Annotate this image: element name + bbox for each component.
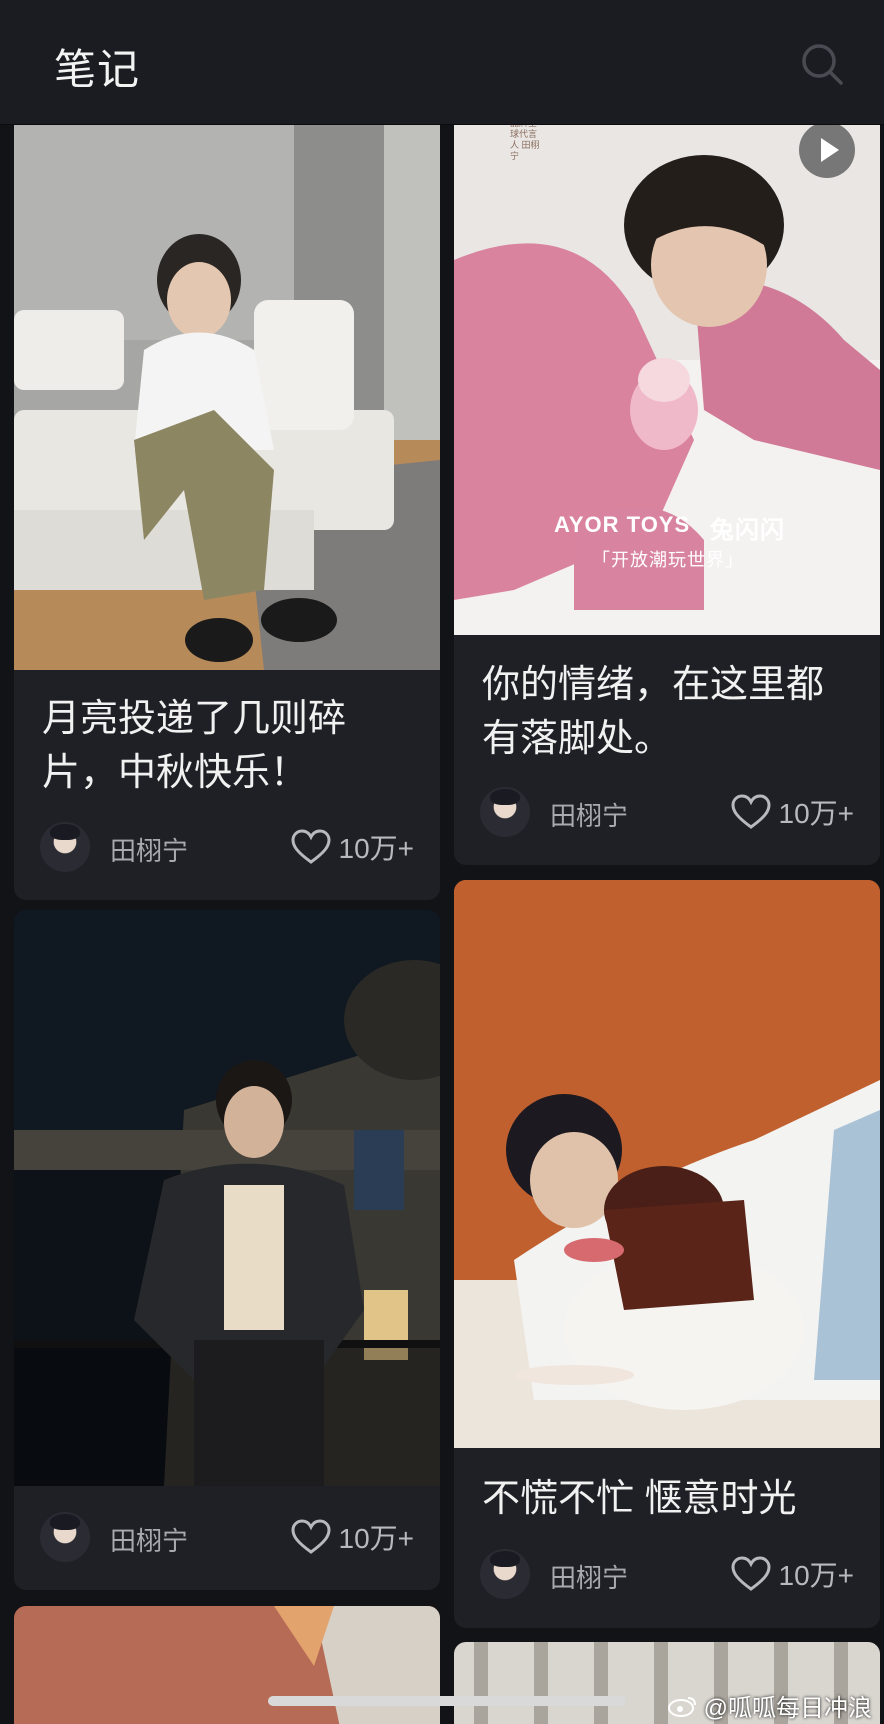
note-cover-image bbox=[14, 1606, 440, 1724]
note-cover-image bbox=[14, 910, 440, 1486]
watermark: @呱呱每日冲浪 bbox=[667, 1688, 872, 1723]
brand-slogan: 「开放潮玩世界」 bbox=[592, 550, 744, 570]
like-button[interactable]: 10万+ bbox=[730, 1556, 855, 1592]
author-avatar[interactable] bbox=[480, 1549, 530, 1599]
note-meta: 田栩宁 10万+ bbox=[40, 820, 414, 874]
author-avatar[interactable] bbox=[40, 822, 90, 872]
note-title: 不慌不忙 惬意时光 bbox=[482, 1478, 797, 1520]
author-avatar[interactable] bbox=[480, 787, 530, 837]
heart-icon bbox=[730, 794, 771, 829]
author-name[interactable]: 田栩宁 bbox=[110, 1521, 188, 1558]
page-title: 笔记 bbox=[54, 46, 141, 93]
note-title: 你的情绪，在这里都有落脚处。 bbox=[482, 664, 825, 760]
weibo-logo-icon bbox=[667, 1696, 696, 1717]
note-card-partial[interactable] bbox=[14, 1606, 440, 1724]
like-count: 10万+ bbox=[778, 798, 855, 829]
heart-icon bbox=[730, 1556, 771, 1591]
brand-logo-text: AYOR TOYS bbox=[554, 512, 691, 537]
note-meta: 田栩宁 10万+ bbox=[480, 785, 854, 839]
author-name[interactable]: 田栩宁 bbox=[550, 796, 628, 833]
note-card[interactable]: 田栩宁 10万+ bbox=[14, 910, 440, 1590]
author-name[interactable]: 田栩宁 bbox=[110, 831, 188, 868]
note-card[interactable]: AYOR TOYS 兔闪闪 「开放潮玩世界」 品牌全球代言人 田栩宁 你的情绪，… bbox=[454, 110, 880, 865]
note-cover-image: AYOR TOYS 兔闪闪 「开放潮玩世界」 品牌全球代言人 田栩宁 bbox=[454, 110, 880, 635]
watermark-text: @呱呱每日冲浪 bbox=[703, 1695, 872, 1722]
note-meta: 田栩宁 10万+ bbox=[40, 1510, 414, 1564]
note-card[interactable]: 月亮投递了几则碎片，中秋快乐！ 田栩宁 10万+ bbox=[14, 110, 440, 900]
author-avatar[interactable] bbox=[40, 1512, 90, 1562]
note-title: 月亮投递了几则碎片，中秋快乐！ bbox=[42, 698, 347, 794]
video-play-icon bbox=[799, 122, 855, 178]
like-button[interactable]: 10万+ bbox=[730, 794, 855, 830]
like-count: 10万+ bbox=[338, 1523, 415, 1554]
heart-icon bbox=[290, 829, 331, 864]
author-name[interactable]: 田栩宁 bbox=[550, 1558, 628, 1595]
like-button[interactable]: 10万+ bbox=[290, 1519, 415, 1555]
search-icon[interactable] bbox=[800, 42, 844, 86]
note-meta: 田栩宁 10万+ bbox=[480, 1547, 854, 1601]
top-bar: 笔记 bbox=[0, 0, 884, 125]
note-card[interactable]: 不慌不忙 惬意时光 田栩宁 10万+ bbox=[454, 880, 880, 1628]
like-count: 10万+ bbox=[778, 1560, 855, 1591]
app-screen: 笔记 月亮投递了几则碎片，中秋快乐！ 田栩宁 10万+ AYOR TOYS 兔闪… bbox=[0, 0, 884, 1724]
note-cover-image bbox=[14, 110, 440, 670]
product-name: 兔闪闪 bbox=[710, 517, 785, 544]
like-count: 10万+ bbox=[338, 833, 415, 864]
note-cover-image bbox=[454, 880, 880, 1448]
home-indicator[interactable] bbox=[268, 1696, 626, 1706]
heart-icon bbox=[290, 1519, 331, 1554]
like-button[interactable]: 10万+ bbox=[290, 829, 415, 865]
